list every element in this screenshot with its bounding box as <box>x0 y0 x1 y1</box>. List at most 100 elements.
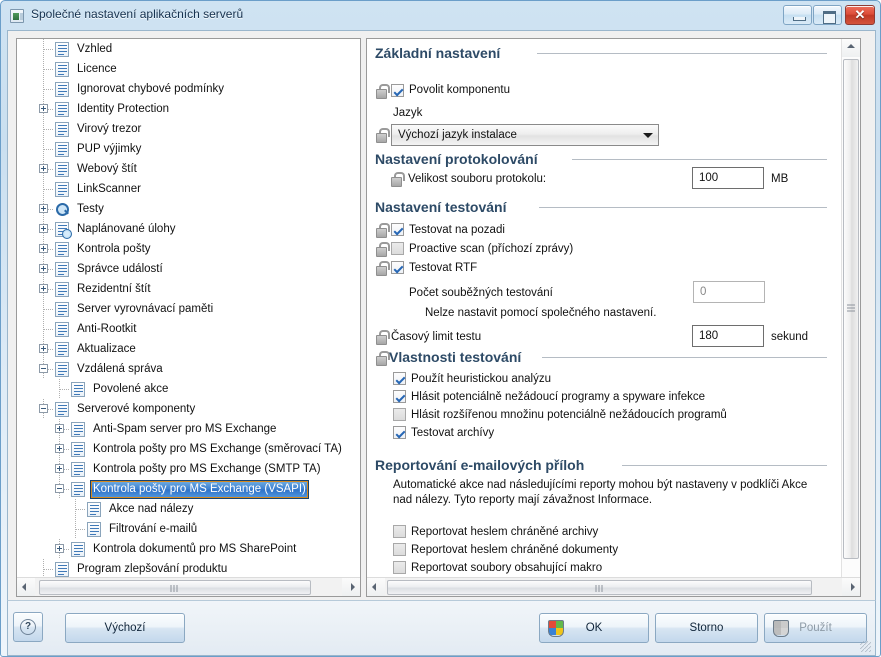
checkbox-scan-background[interactable] <box>391 223 404 236</box>
tree-item-24[interactable]: Filtrování e-mailů <box>17 519 360 539</box>
settings-horizontal-scrollbar[interactable] <box>367 577 860 596</box>
tree-guide-line <box>44 129 54 130</box>
lock-icon-scan-background[interactable] <box>376 223 390 238</box>
tree-item-10[interactable]: Kontrola pošty <box>17 239 360 259</box>
tree-item-18[interactable]: Serverové komponenty <box>17 399 360 419</box>
expand-icon[interactable] <box>39 284 48 293</box>
tree-item-5[interactable]: PUP výjimky <box>17 139 360 159</box>
lock-icon-enable-component[interactable] <box>376 84 390 99</box>
expand-icon[interactable] <box>39 224 48 233</box>
tree-item-17[interactable]: Povolené akce <box>17 379 360 399</box>
tree-item-9[interactable]: Naplánované úlohy <box>17 219 360 239</box>
group-title-reporting: Reportování e-mailových příloh <box>375 457 585 473</box>
settings-vertical-scrollbar[interactable] <box>841 39 860 596</box>
tree-item-15[interactable]: Aktualizace <box>17 339 360 359</box>
expand-icon[interactable] <box>39 104 48 113</box>
window-titlebar[interactable]: Společné nastavení aplikačních serverů <box>1 1 880 30</box>
scroll-grip-icon <box>170 585 180 592</box>
settings-detail-panel: Základní nastavení Povolit komponentu Ja… <box>366 38 861 597</box>
checkbox-report-protected-documents[interactable] <box>393 543 406 556</box>
scroll-up-icon[interactable] <box>842 39 860 57</box>
resize-grip[interactable] <box>860 641 871 652</box>
checkbox-scan-rtf[interactable] <box>391 261 404 274</box>
expand-icon[interactable] <box>39 264 48 273</box>
lock-icon-scan-timeout[interactable] <box>376 330 390 345</box>
tree-item-7[interactable]: LinkScanner <box>17 179 360 199</box>
checkbox-proactive-scan[interactable] <box>391 242 404 255</box>
tree-item-26[interactable]: Program zlepšování produktu <box>17 559 360 577</box>
scroll-left-icon[interactable] <box>367 578 385 596</box>
unit-scan-timeout: sekund <box>771 331 809 343</box>
tree-item-22[interactable]: Kontrola pošty pro MS Exchange (VSAPI) <box>17 479 360 499</box>
checkbox-heuristic-analysis[interactable] <box>393 372 406 385</box>
apply-button[interactable]: Použít <box>764 613 867 643</box>
settings-hscroll-thumb[interactable] <box>387 580 812 595</box>
apply-button-label: Použít <box>799 622 832 634</box>
group-divider-logging <box>572 159 827 160</box>
input-scan-timeout[interactable]: 180 <box>692 325 764 347</box>
default-button[interactable]: Výchozí <box>65 613 185 643</box>
input-log-size[interactable]: 100 <box>692 167 764 189</box>
tree-item-20[interactable]: Kontrola pošty pro MS Exchange (směrovac… <box>17 439 360 459</box>
collapse-icon[interactable] <box>39 404 48 413</box>
chevron-down-icon[interactable] <box>639 126 657 144</box>
tree-item-4[interactable]: Virový trezor <box>17 119 360 139</box>
scroll-right-icon[interactable] <box>342 578 360 596</box>
collapse-icon[interactable] <box>55 484 64 493</box>
checkbox-report-protected-archives[interactable] <box>393 525 406 538</box>
settings-tree-panel[interactable]: Vzhled Licence Ignorovat chybové podmínky I… <box>16 38 361 597</box>
close-button[interactable] <box>845 5 875 25</box>
tree-item-8[interactable]: Testy <box>17 199 360 219</box>
settings-scroll-thumb[interactable] <box>843 59 859 559</box>
scroll-right-icon[interactable] <box>842 578 860 596</box>
lock-icon-language[interactable] <box>376 128 390 143</box>
scroll-left-icon[interactable] <box>17 578 35 596</box>
tree-item-0[interactable]: Vzhled <box>17 39 360 59</box>
expand-icon[interactable] <box>39 344 48 353</box>
checkbox-report-macro-files[interactable] <box>393 561 406 574</box>
input-concurrent-scans[interactable]: 0 <box>693 281 765 303</box>
tree-item-21[interactable]: Kontrola pošty pro MS Exchange (SMTP TA) <box>17 459 360 479</box>
tree-item-23[interactable]: Akce nad nálezy <box>17 499 360 519</box>
cancel-button[interactable]: Storno <box>655 613 758 643</box>
checkbox-report-pup-spyware[interactable] <box>393 390 406 403</box>
lock-icon-proactive-scan[interactable] <box>376 242 390 257</box>
tree-item-25[interactable]: Kontrola dokumentů pro MS SharePoint <box>17 539 360 559</box>
expand-icon[interactable] <box>55 464 64 473</box>
tree-item-11[interactable]: Správce událostí <box>17 259 360 279</box>
expand-icon[interactable] <box>55 424 64 433</box>
group-divider-properties <box>542 357 827 358</box>
maximize-button[interactable] <box>813 5 842 25</box>
combo-language[interactable]: Výchozí jazyk instalace <box>391 124 659 146</box>
tree-item-14[interactable]: Anti-Rootkit <box>17 319 360 339</box>
minimize-button[interactable] <box>783 5 812 25</box>
settings-page-icon <box>55 162 69 177</box>
tree-item-3[interactable]: Identity Protection <box>17 99 360 119</box>
help-button[interactable]: ? <box>13 612 43 642</box>
tree-scroll-thumb[interactable] <box>39 580 311 595</box>
tree-item-12[interactable]: Rezidentní štít <box>17 279 360 299</box>
tree-item-19[interactable]: Anti-Spam server pro MS Exchange <box>17 419 360 439</box>
settings-tree[interactable]: Vzhled Licence Ignorovat chybové podmínky I… <box>17 39 360 577</box>
lock-icon-scan-rtf[interactable] <box>376 261 390 276</box>
checkbox-scan-archives[interactable] <box>393 426 406 439</box>
lock-icon-properties[interactable] <box>376 351 390 366</box>
expand-icon[interactable] <box>39 204 48 213</box>
expand-icon[interactable] <box>55 444 64 453</box>
lock-icon-log-size[interactable] <box>391 172 405 187</box>
expand-icon[interactable] <box>39 244 48 253</box>
tree-item-2[interactable]: Ignorovat chybové podmínky <box>17 79 360 99</box>
settings-page-icon <box>55 142 69 157</box>
collapse-icon[interactable] <box>39 364 48 373</box>
expand-icon[interactable] <box>39 164 48 173</box>
tree-item-6[interactable]: Webový štít <box>17 159 360 179</box>
magnifier-icon <box>55 202 69 217</box>
tree-horizontal-scrollbar[interactable] <box>17 577 360 596</box>
checkbox-enable-component[interactable] <box>391 84 404 97</box>
expand-icon[interactable] <box>55 544 64 553</box>
tree-item-1[interactable]: Licence <box>17 59 360 79</box>
checkbox-report-extended-pup[interactable] <box>393 408 406 421</box>
tree-item-16[interactable]: Vzdálená správa <box>17 359 360 379</box>
ok-button[interactable]: OK <box>539 613 649 643</box>
tree-item-13[interactable]: Server vyrovnávací paměti <box>17 299 360 319</box>
